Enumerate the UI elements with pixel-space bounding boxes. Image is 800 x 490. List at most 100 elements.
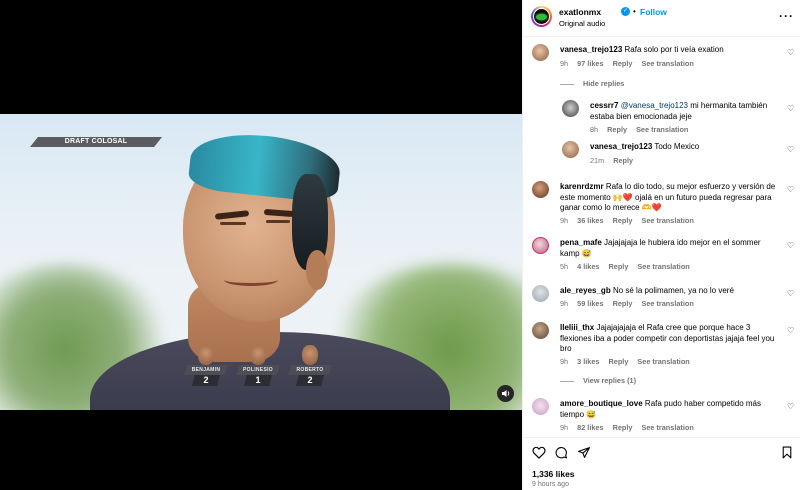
contestant-name: ROBERTO [288, 365, 332, 375]
comment-username[interactable]: vanesa_trejo123 [590, 142, 652, 151]
hide-replies-toggle[interactable]: Hide replies [560, 79, 624, 88]
reply-button[interactable]: Reply [613, 216, 633, 225]
more-options-icon[interactable]: ··· [779, 9, 794, 23]
comment-username[interactable]: karenrdzmr [560, 182, 604, 191]
view-replies-toggle[interactable]: View replies (1) [560, 376, 636, 385]
comment-likes[interactable]: 97 likes [577, 59, 603, 68]
see-translation-button[interactable]: See translation [636, 125, 688, 134]
commenter-avatar[interactable] [562, 100, 579, 117]
comment-age: 9h [560, 357, 569, 366]
comment-meta: 9h 3 likes Reply See translation [560, 357, 697, 366]
comment-meta: 8h Reply See translation [590, 125, 695, 134]
contestant-number: 2 [296, 375, 324, 386]
like-comment-heart-icon[interactable]: ♡ [787, 289, 794, 298]
comment-likes[interactable]: 82 likes [577, 423, 603, 432]
commenter-avatar[interactable] [532, 237, 549, 254]
account-username[interactable]: exatlonmx [559, 7, 601, 17]
original-audio-link[interactable]: Original audio [559, 19, 605, 28]
contestant-name: BENJAMIN [184, 365, 228, 375]
athlete-eye-left [220, 222, 246, 225]
contestant-graphics: BENJAMIN 2 POLINESIO 1 ROBERTO 2 [184, 345, 344, 389]
like-comment-heart-icon[interactable]: ♡ [787, 48, 794, 57]
comment-text: ale_reyes_gb No sé la polimamen, ya no l… [560, 286, 782, 297]
comment-body: Todo Mexico [654, 142, 700, 151]
reply-button[interactable]: Reply [613, 299, 633, 308]
post-header: exatlonmx ✓ • Follow Original audio ··· [523, 0, 800, 37]
commenter-avatar[interactable] [532, 44, 549, 61]
comment-text: lleliii_thx Jajajajajaja el Rafa cree qu… [560, 323, 782, 355]
commenter-avatar[interactable] [532, 285, 549, 302]
comment-likes[interactable]: 4 likes [577, 262, 599, 271]
bookmark-icon[interactable] [781, 446, 793, 459]
commenter-avatar[interactable] [532, 322, 549, 339]
video-pane[interactable]: DRAFT COLOSAL BENJAMIN 2 POLINESIO 1 ROB… [0, 0, 522, 490]
share-icon[interactable] [577, 446, 591, 459]
comment-text: amore_boutique_love Rafa pudo haber comp… [560, 399, 782, 420]
comment-likes[interactable]: 59 likes [577, 299, 603, 308]
comment-text: vanesa_trejo123 Rafa solo por ti veía ex… [560, 45, 780, 56]
comment-age: 9h [560, 299, 569, 308]
comment-mention[interactable]: @vanesa_trejo123 [621, 101, 688, 110]
comment-icon[interactable] [554, 446, 568, 459]
reply-button[interactable]: Reply [607, 125, 627, 134]
exatlon-logo-icon [536, 13, 547, 20]
contestant-name: POLINESIO [236, 365, 280, 375]
commenter-avatar[interactable] [532, 398, 549, 415]
reply-button[interactable]: Reply [613, 156, 633, 165]
reply-button[interactable]: Reply [613, 423, 633, 432]
like-comment-heart-icon[interactable]: ♡ [787, 104, 794, 113]
account-avatar[interactable] [531, 6, 552, 27]
commenter-avatar[interactable] [532, 181, 549, 198]
post-sidebar: exatlonmx ✓ • Follow Original audio ··· … [522, 0, 800, 490]
comment-username[interactable]: cessrr7 [590, 101, 618, 110]
comment-meta: 5h 4 likes Reply See translation [560, 262, 697, 271]
comment-text: karenrdzmr Rafa lo dio todo, su mejor es… [560, 182, 782, 214]
comments-list[interactable]: vanesa_trejo123 Rafa solo por ti veía ex… [523, 38, 800, 436]
comment-meta: 9h 36 likes Reply See translation [560, 216, 701, 225]
comment-username[interactable]: vanesa_trejo123 [560, 45, 622, 54]
comment-username[interactable]: pena_mafe [560, 238, 602, 247]
contestant-card: BENJAMIN 2 [184, 345, 228, 389]
mute-toggle-button[interactable] [497, 385, 514, 402]
comment-username[interactable]: lleliii_thx [560, 323, 594, 332]
commenter-avatar[interactable] [562, 141, 579, 158]
comment-age: 21m [590, 156, 605, 165]
comment-age: 9h [560, 423, 569, 432]
heart-icon[interactable] [532, 446, 546, 459]
video-frame[interactable]: DRAFT COLOSAL BENJAMIN 2 POLINESIO 1 ROB… [0, 114, 522, 410]
like-comment-heart-icon[interactable]: ♡ [787, 185, 794, 194]
see-translation-button[interactable]: See translation [641, 59, 693, 68]
see-translation-button[interactable]: See translation [641, 299, 693, 308]
reply-button[interactable]: Reply [613, 59, 633, 68]
athlete-eye-right [266, 220, 290, 223]
contestant-photo [302, 345, 318, 365]
contestant-card: ROBERTO 2 [288, 345, 332, 389]
comment-meta: 21m Reply [590, 156, 640, 165]
like-comment-heart-icon[interactable]: ♡ [787, 402, 794, 411]
see-translation-button[interactable]: See translation [637, 357, 689, 366]
comment-meta: 9h 97 likes Reply See translation [560, 59, 701, 68]
like-comment-heart-icon[interactable]: ♡ [787, 241, 794, 250]
see-translation-button[interactable]: See translation [641, 216, 693, 225]
contestant-number: 2 [192, 375, 220, 386]
comment-body: No sé la polimamen, ya no lo veré [612, 286, 734, 295]
comment-age: 8h [590, 125, 599, 134]
comment-username[interactable]: ale_reyes_gb [560, 286, 611, 295]
reply-button[interactable]: Reply [609, 357, 629, 366]
like-comment-heart-icon[interactable]: ♡ [787, 326, 794, 335]
comment-username[interactable]: amore_boutique_love [560, 399, 643, 408]
comment-body: Rafa solo por ti veía exation [624, 45, 724, 54]
comment-age: 9h [560, 216, 569, 225]
comment-text: pena_mafe Jajajajaja le hubiera ido mejo… [560, 238, 782, 259]
comment-likes[interactable]: 3 likes [577, 357, 599, 366]
post-like-count[interactable]: 1,336 likes [532, 469, 575, 479]
post-actions: 1,336 likes 9 hours ago [523, 437, 800, 490]
comment-likes[interactable]: 36 likes [577, 216, 603, 225]
see-translation-button[interactable]: See translation [641, 423, 693, 432]
verified-badge-icon: ✓ [621, 7, 630, 16]
follow-button[interactable]: Follow [640, 7, 667, 17]
reply-button[interactable]: Reply [609, 262, 629, 271]
see-translation-button[interactable]: See translation [637, 262, 689, 271]
like-comment-heart-icon[interactable]: ♡ [787, 145, 794, 154]
comment-age: 5h [560, 262, 569, 271]
